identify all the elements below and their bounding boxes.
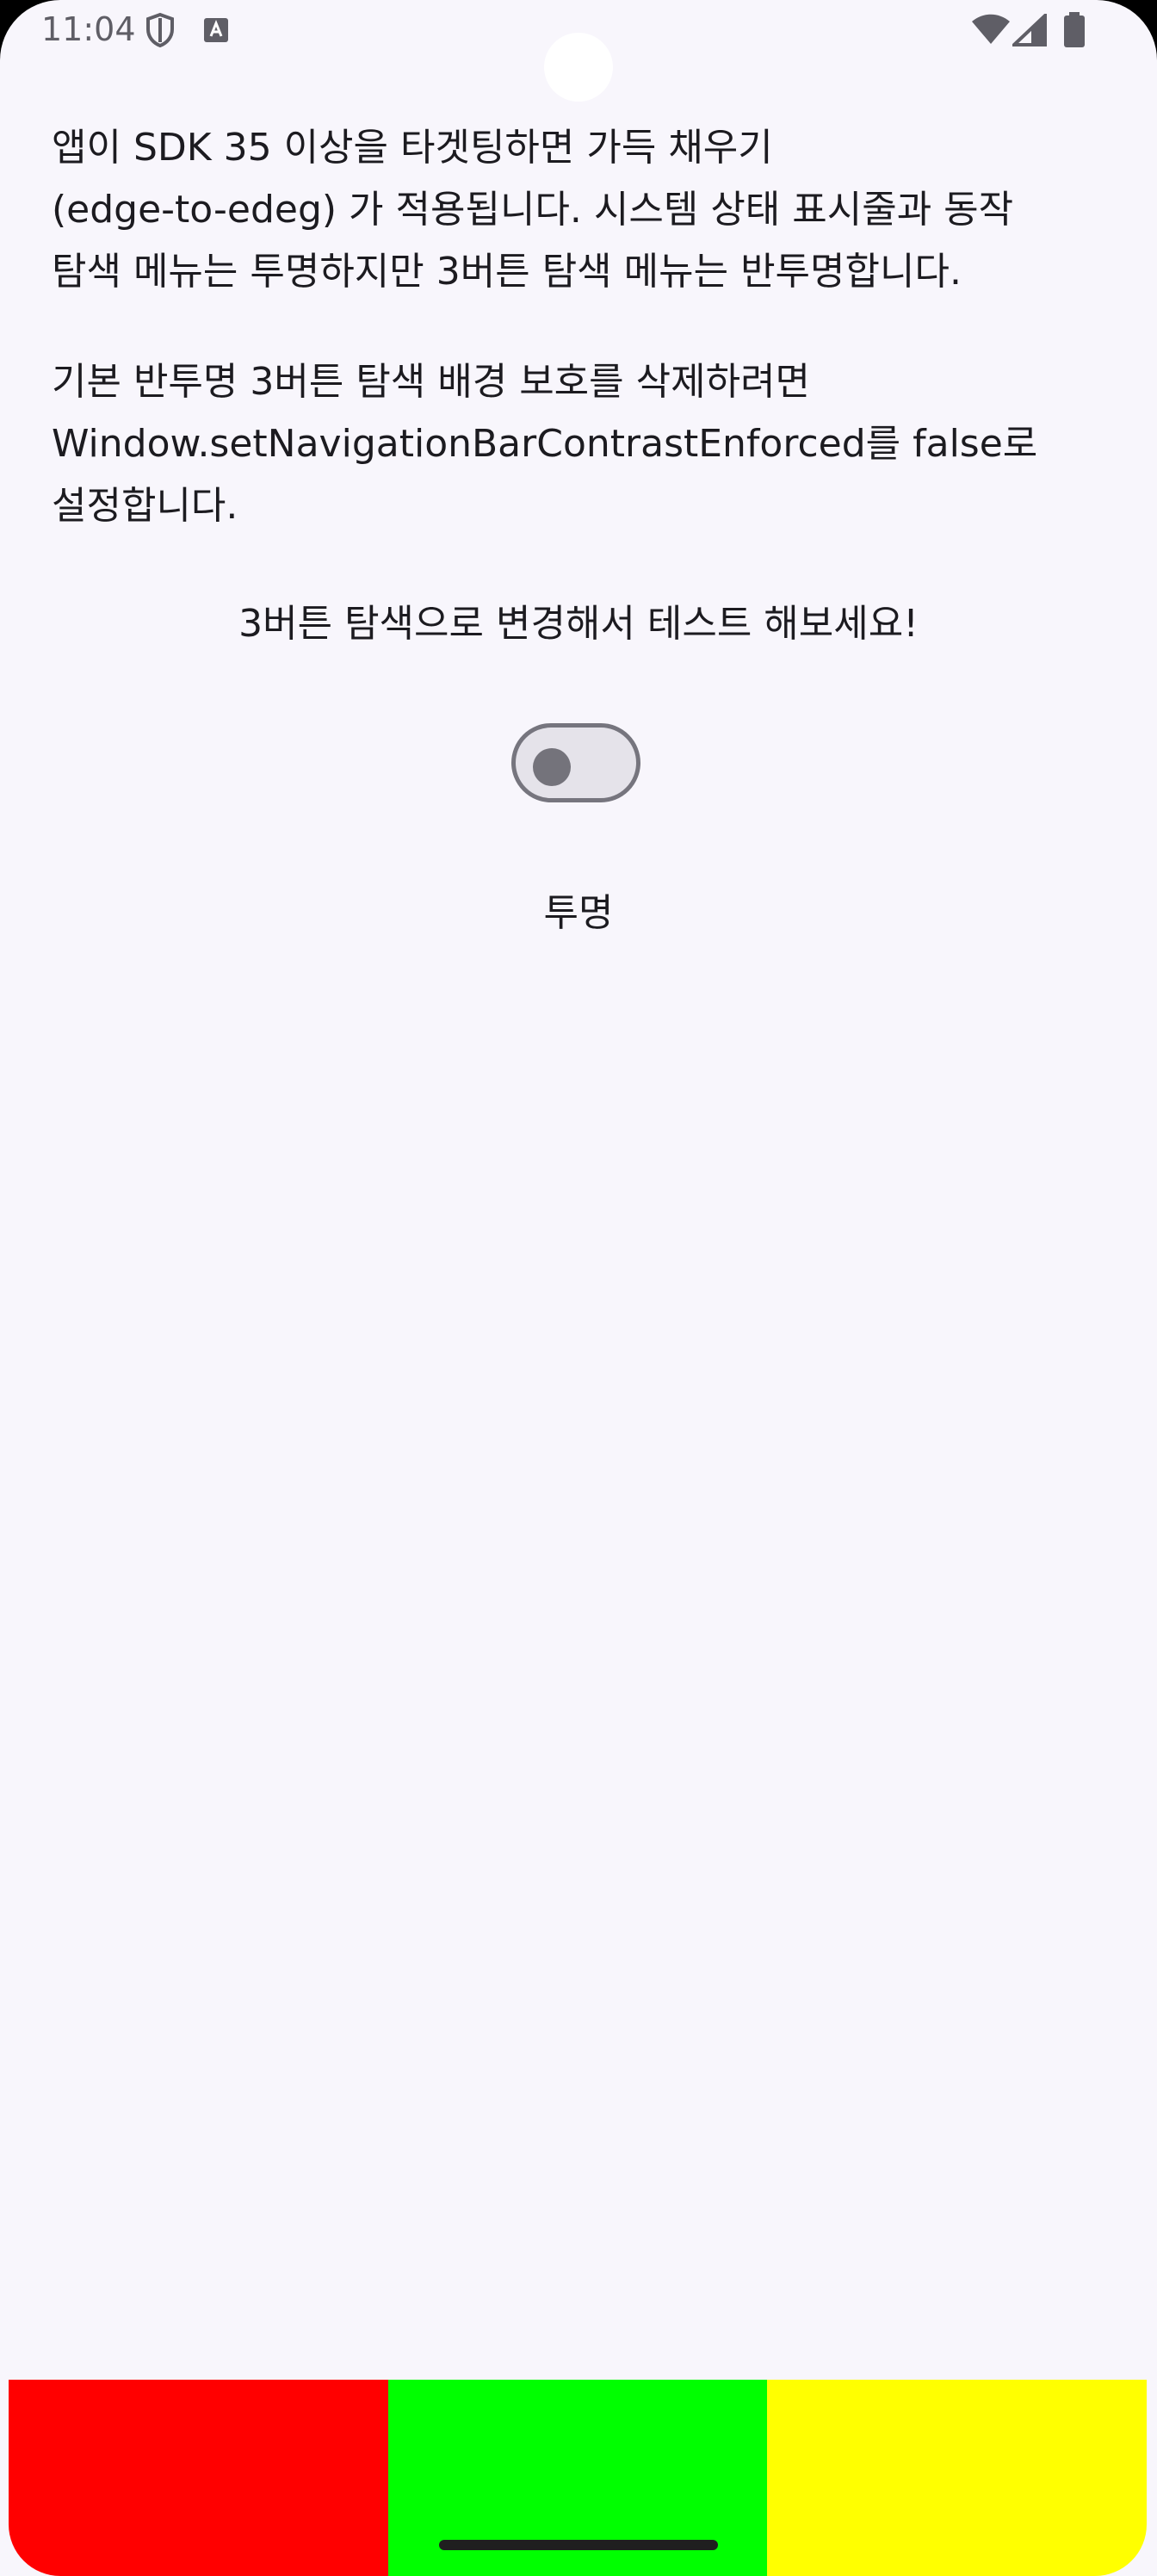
toggle-thumb — [533, 748, 571, 786]
description-paragraph: 앱이 SDK 35 이상을 타겟팅하면 가득 채우기 (edge-to-edeg… — [52, 126, 1014, 294]
gesture-handle[interactable] — [439, 2540, 718, 2550]
nav-segment-red — [9, 2380, 388, 2576]
wifi-icon — [971, 14, 1011, 48]
nav-segment-yellow — [767, 2380, 1147, 2576]
battery-icon — [1062, 12, 1086, 52]
main-content: 앱이 SDK 35 이상을 타겟팅하면 가득 채우기 (edge-to-edeg… — [52, 117, 1111, 537]
signal-icon — [1009, 11, 1047, 50]
toggle-label: 투명 — [543, 891, 614, 935]
app-screen: 11:04 앱이 SDK 35 이상을 타겟팅하면 가득 채우기 (edge-t… — [0, 0, 1157, 2576]
transparency-toggle[interactable] — [511, 723, 640, 802]
status-time: 11:04 — [41, 10, 136, 48]
instruction-text: 3버튼 탐색으로 변경해서 테스트 해보세요! — [238, 602, 919, 646]
camera-cutout — [544, 33, 613, 102]
keyboard-a-icon — [203, 17, 229, 46]
shield-icon — [145, 12, 176, 52]
contrast-paragraph: 기본 반투명 3버튼 탐색 배경 보호를 삭제하려면 Window.setNav… — [52, 360, 1038, 528]
